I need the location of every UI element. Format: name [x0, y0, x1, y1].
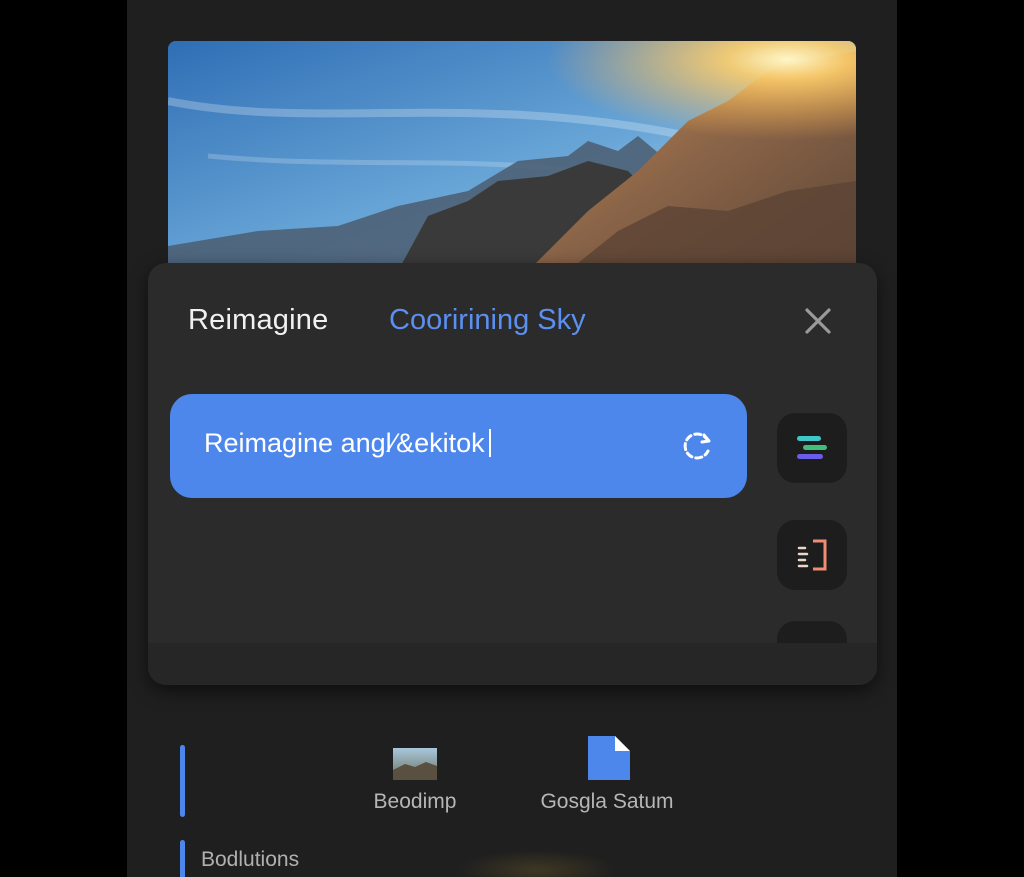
- reimagine-panel: Reimagine Cooririning Sky Reimagine angl…: [148, 263, 877, 685]
- prompt-text-wrap: Reimagine angl⁄&ekitok: [204, 428, 491, 459]
- accent-bar: [180, 840, 185, 877]
- section-label: Bodlutions: [201, 848, 300, 871]
- regenerate-icon: [683, 432, 711, 460]
- mountain-photo-image: [168, 41, 856, 271]
- close-button[interactable]: [798, 301, 838, 341]
- style-layers-icon: [797, 436, 827, 459]
- panel-footer: [148, 643, 877, 685]
- hero-photo: [168, 41, 856, 271]
- text-caret: [488, 429, 491, 457]
- shortcut-document[interactable]: Gosgla Satum: [522, 720, 692, 814]
- style-button[interactable]: [777, 413, 847, 483]
- bottom-shortcuts: Beodimp Gosgla Satum Bodlutions: [127, 700, 897, 877]
- document-icon: [582, 720, 632, 796]
- photo-thumbnail-icon: [390, 720, 440, 790]
- close-icon: [805, 308, 831, 334]
- prompt-value: Reimagine angl⁄&ekitok: [204, 428, 485, 458]
- tab-sky[interactable]: Cooririning Sky: [389, 304, 586, 337]
- shortcut-photo[interactable]: Beodimp: [330, 720, 500, 814]
- regenerate-button[interactable]: [678, 427, 716, 465]
- edit-button[interactable]: [777, 520, 847, 590]
- shortcut-label: Gosgla Satum: [540, 790, 674, 813]
- photo-editor-app: Reimagine Cooririning Sky Reimagine angl…: [127, 0, 897, 877]
- prompt-input[interactable]: Reimagine angl⁄&ekitok: [170, 394, 747, 498]
- accent-bar: [180, 745, 185, 817]
- panel-title: Reimagine: [188, 304, 329, 336]
- glow-decoration: [457, 850, 617, 877]
- shortcut-label: Beodimp: [373, 790, 457, 813]
- edit-frame-icon: [797, 539, 827, 571]
